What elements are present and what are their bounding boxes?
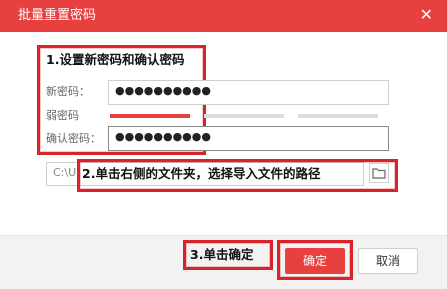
new-password-field[interactable]: ●●●●●●●●●● — [108, 80, 389, 105]
cancel-button[interactable]: 取消 — [358, 248, 418, 274]
dialog-titlebar: 批量重置密码 ✕ — [0, 0, 447, 32]
strength-bar-weak — [110, 114, 190, 118]
annotation-step3: 3.单击确定 — [190, 247, 254, 262]
batch-reset-password-dialog: 批量重置密码 ✕ 1.设置新密码和确认密码 新密码： ●●●●●●●●●● 弱密… — [0, 0, 447, 289]
annotation-box-ok — [277, 240, 353, 280]
strength-bar-medium — [204, 114, 284, 118]
file-path-value: C:\U — [53, 166, 77, 179]
strength-label: 弱密码 — [46, 109, 79, 122]
confirm-password-field[interactable]: ●●●●●●●●●● — [108, 126, 389, 151]
dialog-title: 批量重置密码 — [18, 8, 97, 23]
new-password-value: ●●●●●●●●●● — [115, 84, 211, 97]
annotation-step1: 1.设置新密码和确认密码 — [46, 52, 185, 67]
confirm-password-label: 确认密码： — [46, 132, 101, 145]
annotation-step2: 2.单击右侧的文件夹，选择导入文件的路径 — [82, 166, 321, 181]
strength-bar-strong — [298, 114, 378, 118]
confirm-password-value: ●●●●●●●●●● — [115, 130, 211, 143]
close-icon[interactable]: ✕ — [420, 6, 433, 24]
new-password-label: 新密码： — [46, 85, 90, 98]
